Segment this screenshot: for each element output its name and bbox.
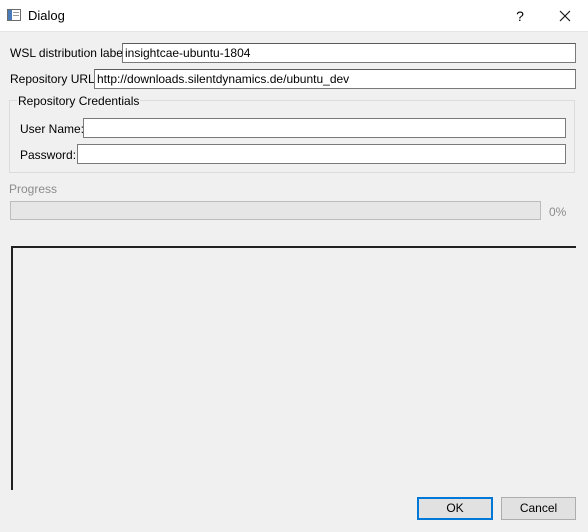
- ok-button[interactable]: OK: [417, 497, 493, 520]
- user-name-caption: User Name:: [20, 122, 85, 136]
- title-bar[interactable]: Dialog ?: [0, 0, 588, 31]
- title-divider: [0, 31, 588, 32]
- progress-bar: [10, 201, 541, 220]
- close-button[interactable]: [550, 4, 580, 28]
- wsl-distribution-input[interactable]: [122, 43, 576, 63]
- help-button[interactable]: ?: [505, 4, 535, 28]
- progress-percent: 0%: [549, 205, 567, 219]
- log-output-area[interactable]: [11, 246, 576, 490]
- repo-url-caption: Repository URL:: [10, 72, 99, 86]
- user-name-input[interactable]: [83, 118, 566, 138]
- password-caption: Password:: [20, 148, 77, 162]
- credentials-group-title: Repository Credentials: [17, 94, 141, 108]
- wsl-label-caption: WSL distribution label:: [10, 46, 129, 60]
- repo-url-input[interactable]: [94, 69, 576, 89]
- dialog-window-icon: [7, 9, 21, 21]
- password-input[interactable]: [77, 144, 566, 164]
- close-icon: [559, 10, 571, 22]
- cancel-button[interactable]: Cancel: [501, 497, 576, 520]
- window-title: Dialog: [28, 8, 65, 23]
- progress-caption: Progress: [9, 182, 58, 196]
